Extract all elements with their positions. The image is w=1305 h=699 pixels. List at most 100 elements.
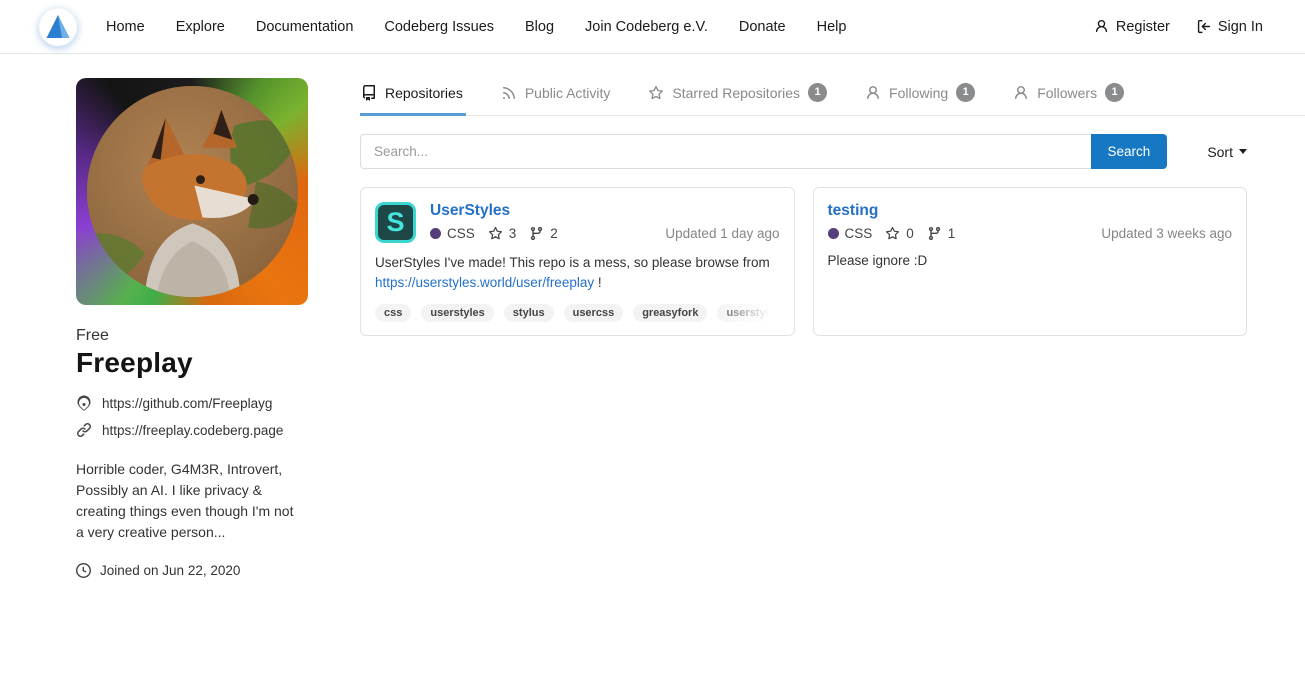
- nav-item-join-codeberg[interactable]: Join Codeberg e.V.: [585, 19, 708, 35]
- rss-icon: [501, 85, 517, 101]
- profile-tabs: Repositories Public Activity Starred Rep…: [360, 70, 1305, 116]
- profile-username: Free: [76, 327, 308, 345]
- user-avatar: [76, 78, 308, 305]
- profile-website-link[interactable]: https://freeplay.codeberg.page: [102, 423, 283, 438]
- profile-website-row: https://freeplay.codeberg.page: [76, 422, 308, 438]
- main-nav: Home Explore Documentation Codeberg Issu…: [106, 19, 846, 35]
- tab-followers[interactable]: Followers 1: [1012, 70, 1127, 115]
- star-icon: [648, 85, 664, 101]
- updated-timestamp: Updated 1 day ago: [665, 226, 779, 241]
- nav-item-codeberg-issues[interactable]: Codeberg Issues: [384, 19, 494, 35]
- repo-search-row: Search Sort: [360, 134, 1305, 169]
- repo-card-header: S UserStyles CSS 3 2 Updated 1 day ago: [375, 202, 780, 243]
- fork-count: 2: [550, 226, 558, 241]
- language-label: CSS: [447, 226, 475, 241]
- repo-title-link[interactable]: UserStyles: [430, 202, 780, 220]
- tab-repositories[interactable]: Repositories: [360, 70, 466, 116]
- profile-joined-row: Joined on Jun 22, 2020: [76, 563, 308, 578]
- topic-pill[interactable]: userstyles: [421, 304, 493, 322]
- nav-item-explore[interactable]: Explore: [176, 19, 225, 35]
- caret-down-icon: [1239, 149, 1247, 154]
- repo-title-link[interactable]: testing: [828, 202, 1233, 220]
- profile-github-link[interactable]: https://github.com/Freeplayg: [102, 396, 272, 411]
- repo-meta-row: CSS 3 2 Updated 1 day ago: [430, 226, 780, 241]
- sign-in-label: Sign In: [1218, 19, 1263, 35]
- repo-card-head-main: UserStyles CSS 3 2 Updated 1 day ago: [430, 202, 780, 243]
- fork-icon: [927, 226, 942, 241]
- sign-in-icon: [1196, 19, 1211, 34]
- search-input[interactable]: [360, 134, 1091, 169]
- repo-topics: css userstyles stylus usercss greasyfork…: [375, 304, 780, 322]
- nav-auth-area: Register Sign In: [1094, 19, 1263, 35]
- tab-label: Repositories: [385, 85, 463, 101]
- tab-following[interactable]: Following 1: [864, 70, 978, 115]
- language-label: CSS: [845, 226, 873, 241]
- profile-content: Repositories Public Activity Starred Rep…: [360, 54, 1305, 578]
- repo-card-userstyles: S UserStyles CSS 3 2 Updated 1 day ago: [360, 187, 795, 336]
- tab-label: Followers: [1037, 85, 1097, 101]
- person-icon: [1013, 85, 1029, 101]
- nav-item-documentation[interactable]: Documentation: [256, 19, 354, 35]
- repo-description: Please ignore :D: [828, 251, 1233, 271]
- fork-icon: [529, 226, 544, 241]
- tab-public-activity[interactable]: Public Activity: [500, 70, 614, 115]
- followers-count-badge: 1: [1105, 83, 1124, 102]
- profile-bio: Horrible coder, G4M3R, Introvert, Possib…: [76, 459, 304, 543]
- sign-in-button[interactable]: Sign In: [1196, 19, 1263, 35]
- language-color-dot: [828, 228, 839, 239]
- location-pin-icon: [76, 395, 92, 411]
- topic-pill[interactable]: stylus: [504, 304, 554, 322]
- profile-page: Free Freeplay https://github.com/Freepla…: [0, 54, 1305, 578]
- register-button[interactable]: Register: [1094, 19, 1170, 35]
- nav-item-help[interactable]: Help: [817, 19, 847, 35]
- tab-label: Following: [889, 85, 948, 101]
- star-icon: [885, 226, 900, 241]
- topic-pill[interactable]: usercss: [564, 304, 624, 322]
- updated-timestamp: Updated 3 weeks ago: [1101, 226, 1232, 241]
- description-link[interactable]: https://userstyles.world/user/freeplay: [375, 275, 594, 290]
- repo-description: UserStyles I've made! This repo is a mes…: [375, 253, 780, 292]
- tab-starred-repositories[interactable]: Starred Repositories 1: [647, 70, 830, 115]
- repo-card-head-main: testing CSS 0 1 Updated 3 weeks ago: [828, 202, 1233, 241]
- codeberg-logo[interactable]: [38, 7, 78, 47]
- search-button[interactable]: Search: [1091, 134, 1168, 169]
- description-text: UserStyles I've made! This repo is a mes…: [375, 255, 770, 270]
- star-count: 0: [906, 226, 914, 241]
- tab-label: Starred Repositories: [672, 85, 800, 101]
- repo-card-testing: testing CSS 0 1 Updated 3 weeks ago: [813, 187, 1248, 336]
- fork-count: 1: [948, 226, 956, 241]
- following-count-badge: 1: [956, 83, 975, 102]
- topic-pill[interactable]: greasyfork: [633, 304, 707, 322]
- description-text: Please ignore :D: [828, 253, 928, 268]
- description-suffix: !: [598, 275, 602, 290]
- profile-location-row: https://github.com/Freeplayg: [76, 395, 308, 411]
- repo-avatar-letter: S: [386, 207, 404, 238]
- register-label: Register: [1116, 19, 1170, 35]
- sort-dropdown[interactable]: Sort: [1207, 144, 1247, 160]
- sort-label: Sort: [1207, 144, 1233, 160]
- topic-pill[interactable]: userstyle: [717, 304, 779, 322]
- profile-display-name: Freeplay: [76, 347, 308, 379]
- joined-date: Joined on Jun 22, 2020: [100, 563, 240, 578]
- repo-card-header: testing CSS 0 1 Updated 3 weeks ago: [828, 202, 1233, 241]
- star-icon: [488, 226, 503, 241]
- repo-icon: [361, 85, 377, 101]
- repo-meta-row: CSS 0 1 Updated 3 weeks ago: [828, 226, 1233, 241]
- starred-count-badge: 1: [808, 83, 827, 102]
- fox-avatar-image: [87, 86, 298, 297]
- language-color-dot: [430, 228, 441, 239]
- link-icon: [76, 422, 92, 438]
- tab-label: Public Activity: [525, 85, 611, 101]
- top-navbar: Home Explore Documentation Codeberg Issu…: [0, 0, 1305, 54]
- clock-icon: [76, 563, 91, 578]
- person-icon: [1094, 19, 1109, 34]
- search-combo: Search: [360, 134, 1167, 169]
- topic-pill[interactable]: css: [375, 304, 411, 322]
- repo-card-list: S UserStyles CSS 3 2 Updated 1 day ago: [360, 187, 1305, 336]
- person-icon: [865, 85, 881, 101]
- profile-sidebar: Free Freeplay https://github.com/Freepla…: [76, 54, 308, 578]
- star-count: 3: [509, 226, 517, 241]
- nav-item-blog[interactable]: Blog: [525, 19, 554, 35]
- nav-item-home[interactable]: Home: [106, 19, 145, 35]
- nav-item-donate[interactable]: Donate: [739, 19, 786, 35]
